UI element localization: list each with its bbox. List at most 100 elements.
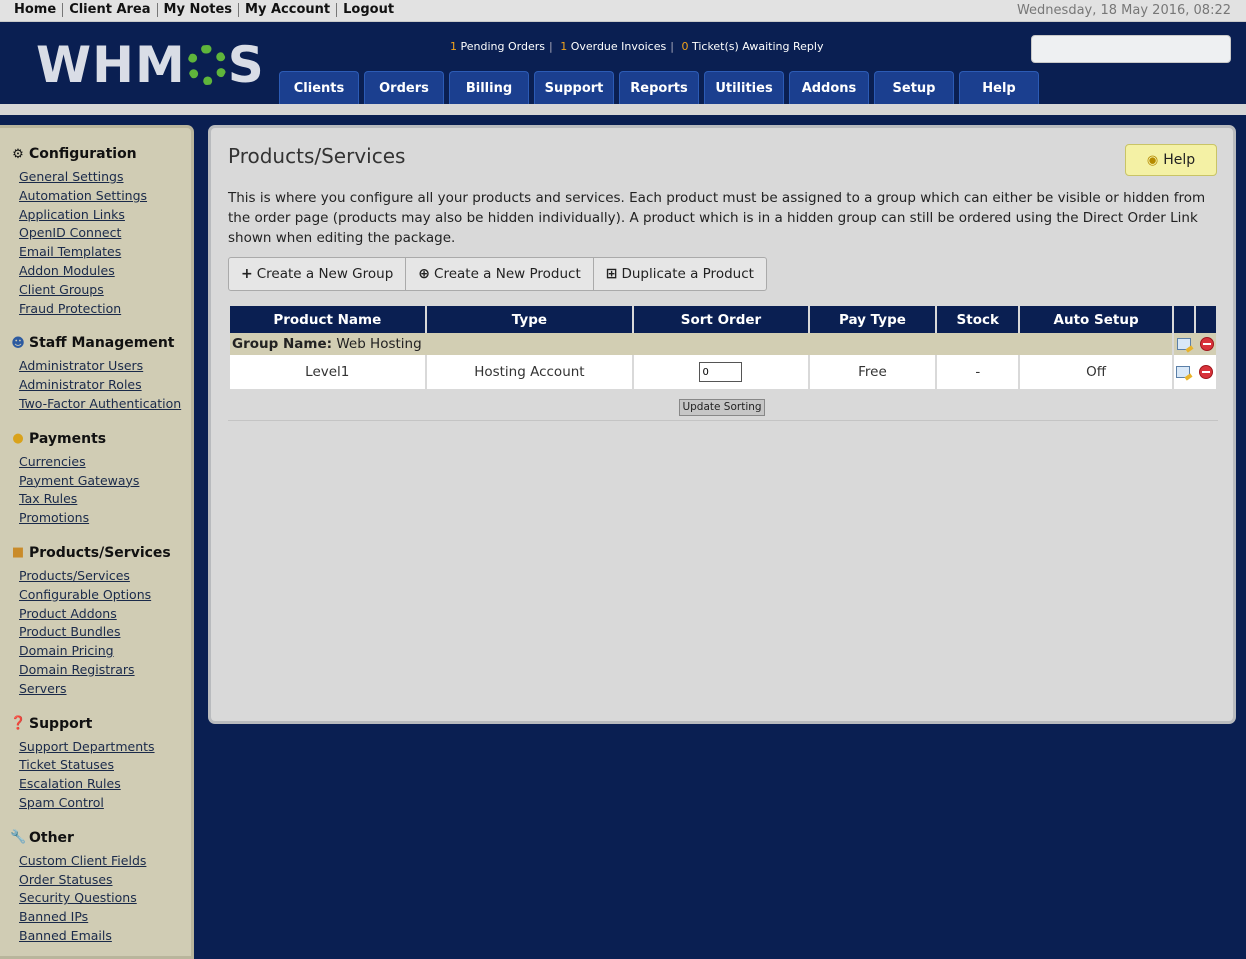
stock-cell: - (937, 355, 1019, 389)
header-divider (0, 104, 1246, 115)
help-circle-icon: ❓ (10, 716, 27, 732)
sidebar-item-currencies[interactable]: Currencies (19, 453, 191, 472)
pending-orders-link[interactable]: Pending Orders (461, 40, 545, 53)
top-link-my-account[interactable]: My Account (239, 3, 338, 17)
sidebar-item-products-services[interactable]: Products/Services (19, 567, 191, 586)
sidebar-item-product-addons[interactable]: Product Addons (19, 605, 191, 624)
sidebar: ⚙ Configuration General Settings Automati… (0, 125, 194, 959)
sidebar-item-client-groups[interactable]: Client Groups (19, 281, 191, 300)
coins-icon: ● (12, 431, 24, 447)
top-link-logout[interactable]: Logout (337, 3, 400, 17)
overdue-invoices-link[interactable]: Overdue Invoices (571, 40, 667, 53)
sidebar-item-security-questions[interactable]: Security Questions (19, 889, 191, 908)
update-sorting-button[interactable]: Update Sorting (679, 399, 765, 416)
duplicate-product-button[interactable]: ⊞ Duplicate a Product (594, 258, 766, 290)
tab-reports[interactable]: Reports (619, 71, 699, 104)
sidebar-item-addon-modules[interactable]: Addon Modules (19, 262, 191, 281)
top-link-home[interactable]: Home (8, 3, 64, 17)
sidebar-item-configurable-options[interactable]: Configurable Options (19, 586, 191, 605)
current-datetime: Wednesday, 18 May 2016, 08:22 (1016, 3, 1231, 18)
sidebar-item-administrator-users[interactable]: Administrator Users (19, 357, 191, 376)
main-nav: Clients Orders Billing Support Reports U… (279, 71, 1044, 104)
sidebar-item-payment-gateways[interactable]: Payment Gateways (19, 472, 191, 491)
sidebar-heading: Staff Management (29, 335, 175, 352)
logo-text-right: S (227, 36, 265, 94)
sidebar-item-openid-connect[interactable]: OpenID Connect (19, 224, 191, 243)
sidebar-item-escalation-rules[interactable]: Escalation Rules (19, 775, 191, 794)
create-group-button[interactable]: + Create a New Group (229, 258, 407, 290)
top-link-my-notes[interactable]: My Notes (158, 3, 240, 17)
table-divider (228, 420, 1218, 421)
product-name-cell[interactable]: Level1 (230, 355, 425, 389)
tab-setup[interactable]: Setup (874, 71, 954, 104)
gear-icon (186, 45, 227, 85)
page-title: Products/Services (228, 144, 406, 168)
tab-billing[interactable]: Billing (449, 71, 529, 104)
sidebar-item-domain-registrars[interactable]: Domain Registrars (19, 661, 191, 680)
delete-product-icon[interactable] (1199, 365, 1214, 379)
sidebar-item-administrator-roles[interactable]: Administrator Roles (19, 376, 191, 395)
search-input[interactable] (1031, 35, 1231, 63)
sidebar-item-spam-control[interactable]: Spam Control (19, 794, 191, 813)
sidebar-section-configuration: ⚙ Configuration General Settings Automati… (10, 146, 191, 318)
column-header: Sort Order (634, 306, 808, 333)
tab-support[interactable]: Support (534, 71, 614, 104)
sidebar-item-order-statuses[interactable]: Order Statuses (19, 871, 191, 890)
sidebar-item-general-settings[interactable]: General Settings (19, 168, 191, 187)
create-product-button[interactable]: ⊕ Create a New Product (406, 258, 594, 290)
main-panel: Products/Services ◉ Help This is where y… (208, 125, 1236, 724)
column-header: Product Name (230, 306, 425, 333)
sidebar-heading: Products/Services (29, 544, 171, 561)
tab-clients[interactable]: Clients (279, 71, 359, 104)
plus-icon: + (241, 266, 253, 282)
sidebar-item-domain-pricing[interactable]: Domain Pricing (19, 642, 191, 661)
action-buttons: + Create a New Group ⊕ Create a New Produc… (228, 257, 767, 291)
auto-setup-cell: Off (1020, 355, 1172, 389)
sidebar-section-products-services: ■ Products/Services Products/Services Con… (10, 545, 191, 699)
edit-group-icon[interactable] (1177, 338, 1192, 350)
sidebar-item-custom-client-fields[interactable]: Custom Client Fields (19, 852, 191, 871)
group-label: Group Name: (232, 336, 333, 352)
delete-group-icon[interactable] (1200, 337, 1215, 351)
tab-orders[interactable]: Orders (364, 71, 444, 104)
header: WHM S 1 Pending Orders | 1 Overdue Invoice… (0, 22, 1246, 104)
sidebar-item-support-departments[interactable]: Support Departments (19, 738, 191, 757)
wrench-icon: 🔧 (10, 830, 27, 846)
sidebar-item-application-links[interactable]: Application Links (19, 206, 191, 225)
sidebar-item-two-factor-authentication[interactable]: Two-Factor Authentication (19, 395, 191, 414)
alerts-bar: 1 Pending Orders | 1 Overdue Invoices | 0 … (450, 40, 824, 53)
plus-circle-icon: ⊕ (418, 266, 431, 282)
tab-utilities[interactable]: Utilities (704, 71, 784, 104)
sidebar-section-payments: ● Payments Currencies Payment Gateways Ta… (10, 431, 191, 528)
sidebar-section-other: 🔧 Other Custom Client Fields Order Status… (10, 830, 191, 946)
top-link-client-area[interactable]: Client Area (63, 3, 158, 17)
column-header: Type (426, 306, 633, 333)
sidebar-item-email-templates[interactable]: Email Templates (19, 243, 191, 262)
sidebar-item-banned-emails[interactable]: Banned Emails (19, 927, 191, 946)
column-header: Stock (937, 306, 1019, 333)
sidebar-item-tax-rules[interactable]: Tax Rules (19, 490, 191, 509)
tickets-awaiting-count: 0 (681, 40, 689, 53)
sidebar-item-automation-settings[interactable]: Automation Settings (19, 187, 191, 206)
sidebar-section-support: ❓ Support Support Departments Ticket Stat… (10, 716, 191, 813)
edit-product-icon[interactable] (1176, 366, 1191, 378)
products-table: Product Name Type Sort Order Pay Type St… (228, 306, 1218, 389)
sidebar-item-fraud-protection[interactable]: Fraud Protection (19, 300, 191, 319)
sidebar-item-banned-ips[interactable]: Banned IPs (19, 908, 191, 927)
tickets-awaiting-link[interactable]: Ticket(s) Awaiting Reply (692, 40, 824, 53)
staff-icon: ☻ (11, 335, 25, 351)
sort-order-input[interactable] (699, 362, 743, 382)
product-type-cell: Hosting Account (426, 355, 633, 389)
help-button[interactable]: ◉ Help (1125, 144, 1217, 176)
whmcs-logo[interactable]: WHM S (36, 40, 265, 90)
tab-addons[interactable]: Addons (789, 71, 869, 104)
sidebar-item-servers[interactable]: Servers (19, 680, 191, 699)
sidebar-item-product-bundles[interactable]: Product Bundles (19, 623, 191, 642)
sidebar-item-ticket-statuses[interactable]: Ticket Statuses (19, 756, 191, 775)
tab-help[interactable]: Help (959, 71, 1039, 104)
sidebar-heading: Payments (29, 430, 107, 447)
top-links: Home Client Area My Notes My Account Log… (8, 3, 400, 17)
overdue-invoices-count: 1 (560, 40, 568, 53)
column-header-edit (1173, 306, 1194, 333)
sidebar-item-promotions[interactable]: Promotions (19, 509, 191, 528)
